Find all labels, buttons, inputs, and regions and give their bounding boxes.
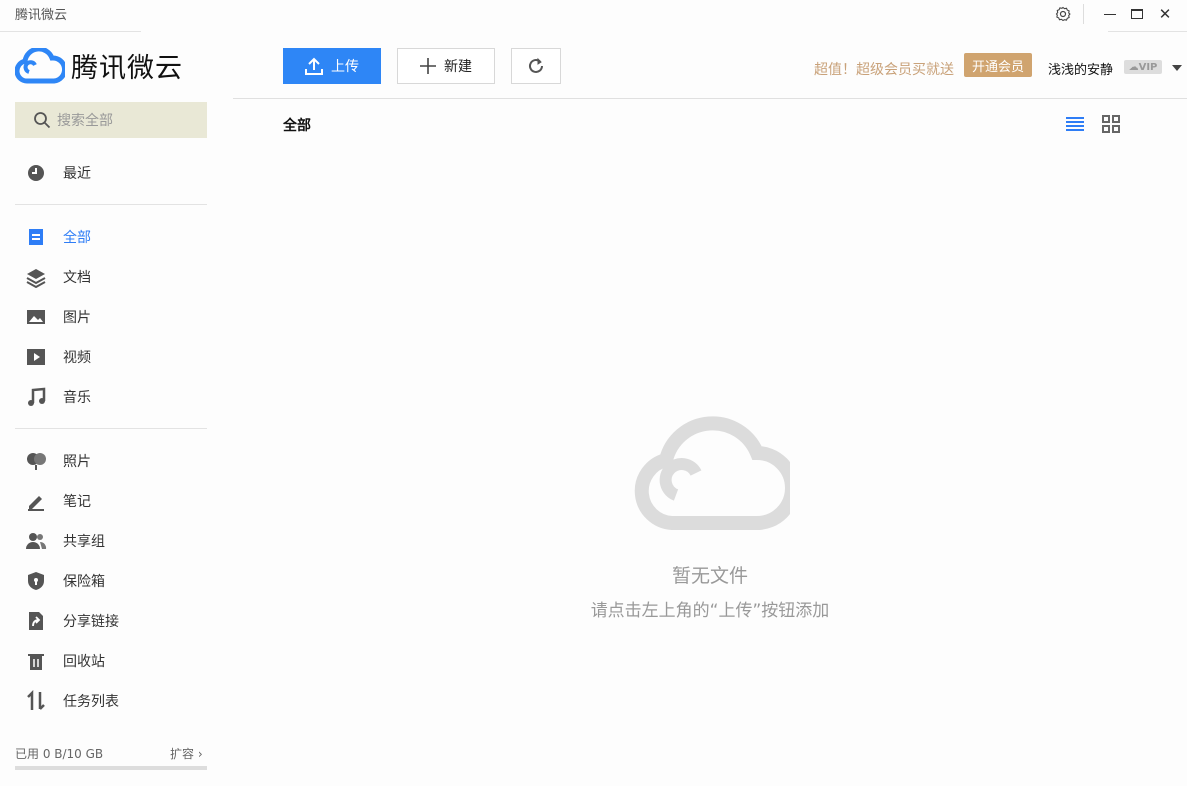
label: 音乐 (63, 390, 91, 406)
share-icon (29, 612, 43, 630)
refresh-button[interactable] (511, 48, 561, 84)
label: 保险箱 (63, 574, 105, 590)
sidebar-item-share-links[interactable]: 分享链接 (15, 601, 207, 641)
close-button[interactable]: ✕ (1154, 4, 1176, 24)
vip-badge: ☁ VIP (1124, 60, 1162, 74)
shield-icon (28, 572, 44, 590)
sidebar-item-recent[interactable]: 最近 (15, 153, 207, 193)
username[interactable]: 浅浅的安静 (1048, 59, 1113, 78)
search-placeholder: 搜索全部 (57, 113, 113, 129)
logo-text: 腾讯微云 (71, 53, 183, 84)
vip-promo-text[interactable]: 超值！超级会员买就送 (814, 59, 954, 79)
upload-icon (305, 57, 323, 75)
window-title: 腾讯微云 (15, 8, 68, 23)
label: 全部 (63, 230, 91, 246)
open-vip-button[interactable]: 开通会员 (964, 53, 1032, 77)
new-label: 新建 (444, 59, 472, 75)
label: 分享链接 (63, 614, 119, 630)
storage-progress-bar (15, 766, 207, 770)
sidebar-item-groups[interactable]: 共享组 (15, 521, 207, 561)
divider (15, 428, 207, 429)
expand-label: 扩容 (170, 747, 195, 761)
new-button[interactable]: 新建 (397, 48, 495, 84)
pencil-icon (28, 496, 44, 511)
empty-title: 暂无文件 (671, 565, 748, 587)
divider (1108, 31, 1187, 32)
plus-icon (420, 58, 436, 74)
maximize-button[interactable] (1126, 4, 1148, 24)
file-icon (29, 229, 43, 245)
sidebar-item-videos[interactable]: 视频 (15, 337, 207, 377)
sidebar-item-safe[interactable]: 保险箱 (15, 561, 207, 601)
sidebar-item-all[interactable]: 全部 (15, 217, 207, 257)
music-icon (28, 387, 46, 406)
label: 最近 (63, 166, 91, 182)
refresh-icon (529, 57, 543, 73)
label: 任务列表 (63, 694, 119, 710)
settings-icon[interactable] (1052, 4, 1074, 24)
logo: 腾讯微云 (15, 46, 183, 85)
minimize-button[interactable] (1099, 4, 1121, 24)
sidebar-item-trash[interactable]: 回收站 (15, 641, 207, 681)
divider (15, 204, 207, 205)
image-icon (27, 310, 45, 324)
empty-hint: 请点击左上角的“上传”按钮添加 (590, 601, 830, 621)
list-view-icon[interactable] (1066, 116, 1084, 136)
vip-label: VIP (1138, 61, 1158, 73)
user-dropdown-icon[interactable] (1172, 65, 1182, 71)
upload-button[interactable]: 上传 (283, 48, 381, 84)
label: 共享组 (63, 534, 105, 550)
label: 视频 (63, 350, 91, 366)
cloud-logo-icon (15, 47, 65, 83)
expand-storage-link[interactable]: 扩容 › (170, 745, 203, 762)
trash-icon (28, 654, 44, 670)
label: 文档 (63, 270, 91, 286)
search-input[interactable]: 搜索全部 (15, 102, 207, 138)
empty-cloud-icon (632, 413, 799, 535)
label: 回收站 (63, 654, 105, 670)
transfer-icon (27, 690, 45, 710)
sidebar-item-docs[interactable]: 文档 (15, 257, 207, 297)
breadcrumb: 全部 (283, 118, 311, 134)
sidebar-item-music[interactable]: 音乐 (15, 377, 207, 417)
users-icon (26, 533, 47, 549)
divider (233, 98, 1187, 99)
storage-usage: 已用 0 B/10 GB (15, 747, 104, 761)
sidebar-item-tasks[interactable]: 任务列表 (15, 681, 207, 721)
sidebar-item-notes[interactable]: 笔记 (15, 481, 207, 521)
balloon-icon (27, 453, 46, 470)
sidebar-item-photos[interactable]: 照片 (15, 441, 207, 481)
clock-icon (28, 165, 44, 181)
label: 照片 (63, 454, 91, 470)
divider (1083, 4, 1084, 24)
grid-view-icon[interactable] (1102, 115, 1120, 137)
sidebar-item-images[interactable]: 图片 (15, 297, 207, 337)
label: 笔记 (63, 494, 91, 510)
search-icon (34, 112, 51, 129)
layers-icon (26, 269, 46, 288)
label: 图片 (63, 310, 91, 326)
upload-label: 上传 (331, 59, 359, 75)
cloud-icon: ☁ (1128, 61, 1139, 73)
divider (0, 31, 141, 32)
play-icon (27, 349, 45, 365)
chevron-right-icon: › (197, 747, 203, 761)
